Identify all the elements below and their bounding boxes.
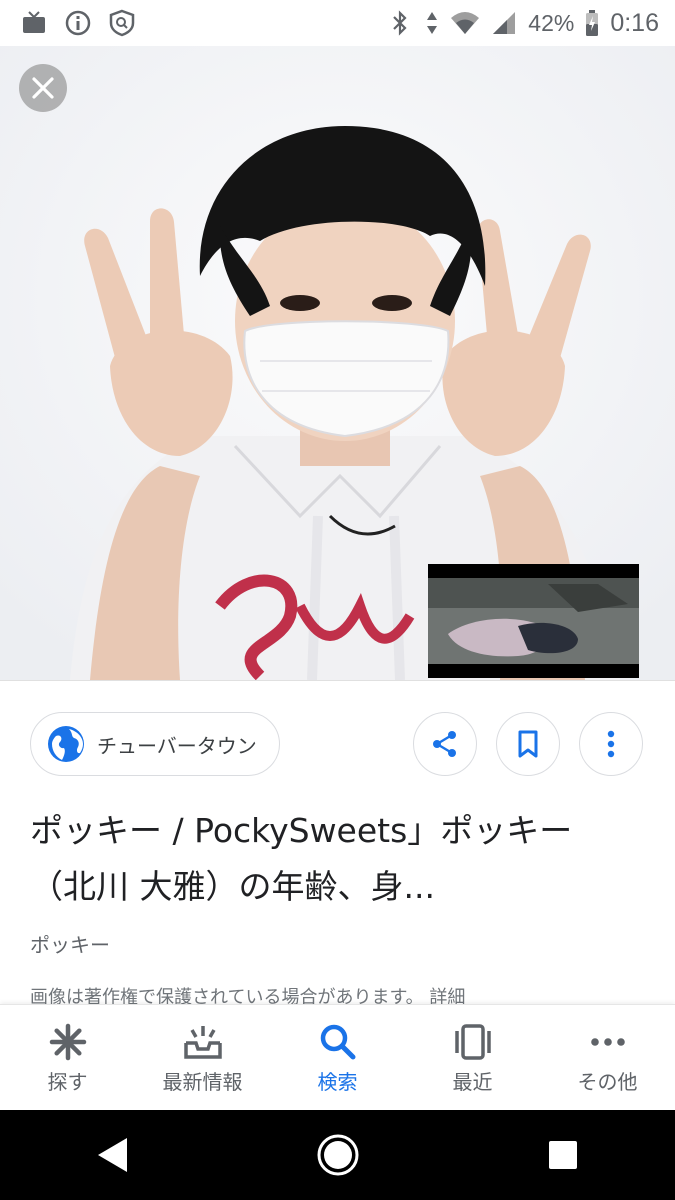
nav-label: 最新情報: [162, 1069, 243, 1094]
back-icon: [97, 1138, 127, 1172]
shield-icon: [108, 9, 136, 37]
bottom-navigation: 探す 最新情報 検索 最近 その他: [0, 1004, 675, 1111]
globe-icon: [48, 726, 84, 762]
clock: 0:16: [610, 8, 659, 37]
tv-icon: [20, 9, 48, 37]
source-chip[interactable]: チューバータウン: [30, 712, 280, 776]
close-icon: [32, 77, 54, 99]
nav-updates[interactable]: 最新情報: [138, 1022, 268, 1095]
result-title[interactable]: ポッキー / PockySweets」ポッキー（北川 大雅）の年齢、身...: [30, 803, 630, 915]
bluetooth-icon: [386, 9, 414, 37]
asterisk-icon: [48, 1022, 88, 1062]
source-name: チューバータウン: [97, 733, 257, 758]
home-button[interactable]: [298, 1115, 378, 1195]
overview-icon: [548, 1141, 577, 1169]
more-vert-icon: [607, 730, 615, 758]
more-horiz-icon: [588, 1022, 628, 1062]
share-button[interactable]: [413, 712, 477, 776]
back-button[interactable]: [73, 1115, 153, 1195]
info-icon: [64, 9, 92, 37]
overview-button[interactable]: [523, 1115, 603, 1195]
nav-discover[interactable]: 探す: [3, 1022, 133, 1095]
nav-recent[interactable]: 最近: [408, 1022, 538, 1095]
share-icon: [433, 731, 456, 757]
bookmark-icon: [518, 730, 538, 758]
wifi-icon: [450, 9, 480, 37]
updates-icon: [183, 1022, 223, 1062]
close-button[interactable]: [19, 64, 67, 112]
video-frame: [428, 564, 639, 678]
home-icon: [317, 1134, 358, 1176]
nav-label: その他: [577, 1069, 638, 1094]
battery-percent: 42%: [528, 9, 575, 36]
battery-icon: [584, 9, 600, 37]
status-bar: 42% 0:16: [0, 0, 675, 46]
result-site-name: ポッキー: [30, 933, 110, 957]
more-options-button[interactable]: [579, 712, 643, 776]
bookmark-button[interactable]: [496, 712, 560, 776]
image-viewer[interactable]: [0, 46, 675, 680]
nav-label: 最近: [452, 1069, 493, 1094]
recent-icon: [453, 1022, 493, 1062]
signal-icon: [490, 9, 518, 37]
nav-more[interactable]: その他: [543, 1022, 673, 1095]
nav-label: 探す: [47, 1069, 88, 1094]
result-detail-panel: チューバータウン ポッキー / PockySweets」ポッキー（北川 大雅）の…: [0, 680, 675, 1008]
system-navigation-bar: [0, 1110, 675, 1200]
video-thumbnail[interactable]: [428, 564, 639, 678]
nav-search[interactable]: 検索: [273, 1022, 403, 1095]
nav-label: 検索: [317, 1069, 358, 1094]
data-arrows-icon: [424, 9, 440, 37]
search-icon: [318, 1022, 358, 1062]
